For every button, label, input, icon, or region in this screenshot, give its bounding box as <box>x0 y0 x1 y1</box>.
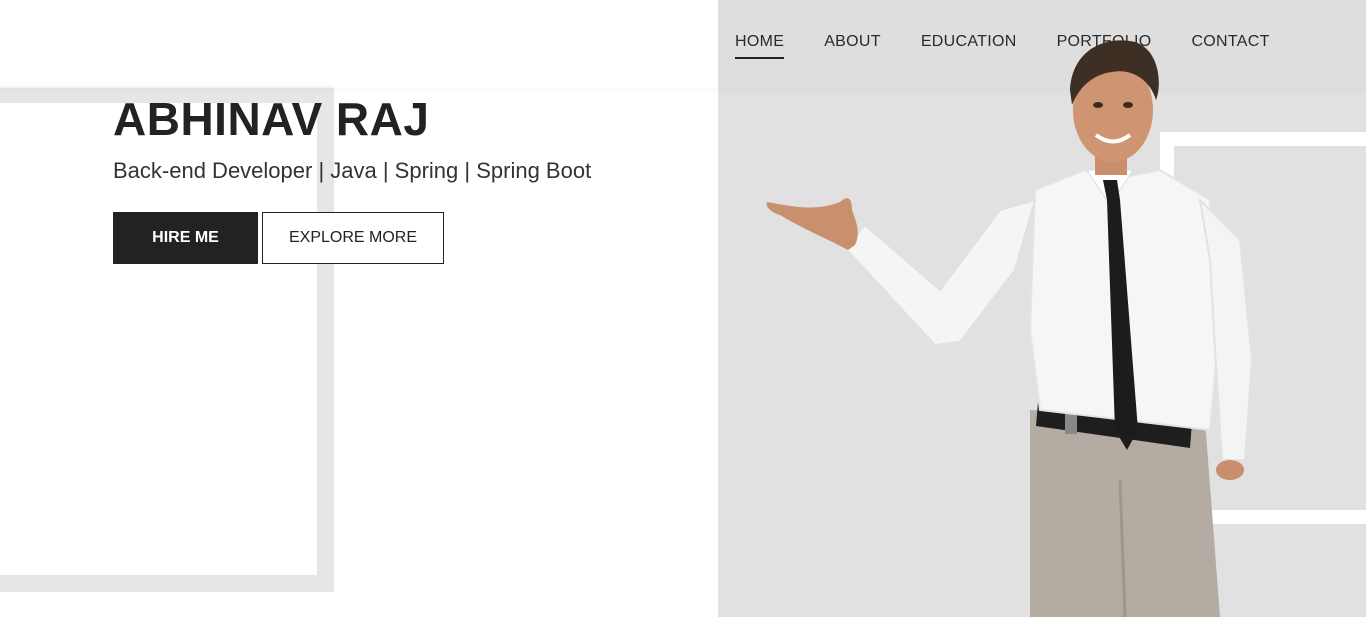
hero-subtitle: Back-end Developer | Java | Spring | Spr… <box>113 158 592 183</box>
hire-me-button[interactable]: HIRE ME <box>113 212 258 264</box>
hero-name: ABHINAV RAJ <box>113 93 430 145</box>
person-photo <box>766 40 1254 617</box>
explore-more-button[interactable]: EXPLORE MORE <box>262 212 444 264</box>
